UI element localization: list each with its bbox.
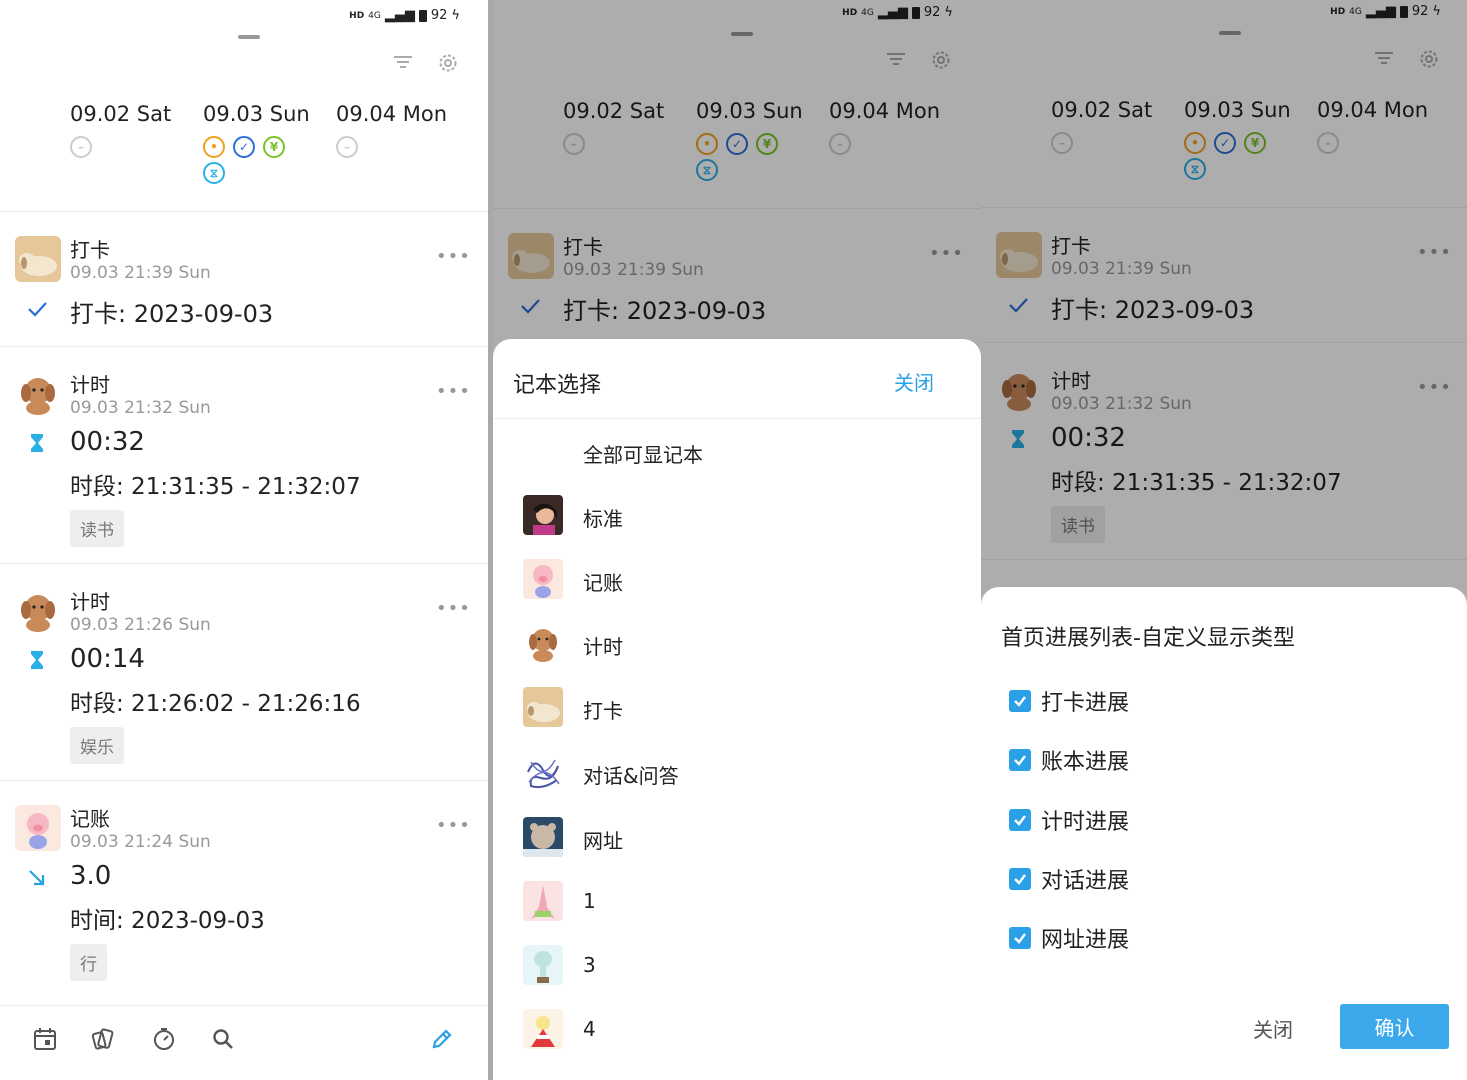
- option-checkin[interactable]: 打卡进展: [1009, 686, 1129, 716]
- more-icon[interactable]: •••: [436, 381, 471, 402]
- option-timer[interactable]: 计时进展: [1009, 805, 1129, 835]
- tag-badge[interactable]: 行: [70, 944, 107, 981]
- checkbox-checked-icon[interactable]: [1009, 927, 1031, 949]
- timer-icon[interactable]: [151, 1026, 177, 1052]
- sheet-title: 首页进展列表-自定义显示类型: [1001, 626, 1295, 651]
- hourglass-icon: [31, 651, 43, 669]
- notebook-item[interactable]: 对话&问答: [493, 748, 981, 798]
- battery-icon: [418, 9, 427, 22]
- list-item[interactable]: 记账 09.03 21:24 Sun ••• 3.0 时间: 2023-09-0…: [0, 781, 488, 997]
- empty-day-icon: –: [336, 136, 358, 158]
- display-types-sheet: 首页进展列表-自定义显示类型 打卡进展 账本进展 计时进展 对话进展 网址进展: [981, 587, 1467, 1080]
- filter-icon[interactable]: [393, 54, 413, 70]
- screen-notebook-select: HD 4G ▂▄▆ 92 ϟ 09.02 Sat – 09.03 Sun • ✓…: [493, 0, 981, 1080]
- notebook-select-sheet: 记本选择 关闭 全部可显记本 标准 记账 计时 打卡 对话&问答 网址 1 3 …: [493, 339, 981, 1080]
- arrow-down-right-icon: [29, 870, 45, 886]
- avatar-crab-icon: [523, 1009, 563, 1049]
- option-url[interactable]: 网址进展: [1009, 923, 1129, 953]
- calendar-icon[interactable]: [32, 1026, 58, 1052]
- avatar-dog-icon: [15, 236, 61, 282]
- notebook-item[interactable]: 记账: [493, 555, 981, 605]
- check-circle-icon: ✓: [233, 136, 255, 158]
- avatar-pig-icon: [523, 559, 563, 599]
- close-button[interactable]: 关闭: [1253, 1014, 1293, 1043]
- check-icon: [28, 302, 47, 317]
- notebook-item[interactable]: 打卡: [493, 683, 981, 733]
- empty-day-icon: –: [70, 136, 92, 158]
- date-strip: 09.02 Sat – 09.03 Sun • ✓ ¥ ⧖ 09.04 Mon …: [70, 102, 469, 184]
- avatar-puppy-icon: [15, 588, 61, 634]
- close-button[interactable]: 关闭: [894, 367, 934, 396]
- signal-icon: ▂▄▆: [384, 8, 415, 23]
- checkbox-checked-icon[interactable]: [1009, 749, 1031, 771]
- pencil-icon[interactable]: [429, 1026, 455, 1052]
- notebook-item[interactable]: 1: [493, 877, 981, 927]
- hourglass-circle-icon: ⧖: [203, 162, 225, 184]
- notebook-item[interactable]: 标准: [493, 491, 981, 541]
- status-bar: HD 4G ▂▄▆ 92 ϟ: [349, 8, 460, 23]
- more-icon[interactable]: •••: [436, 246, 471, 267]
- checkbox-checked-icon[interactable]: [1009, 690, 1031, 712]
- avatar-scribble-icon: [523, 752, 563, 792]
- charging-icon: ϟ: [451, 8, 460, 23]
- list-item[interactable]: 计时 09.03 21:26 Sun ••• 00:14 时段: 21:26:0…: [0, 564, 488, 780]
- checkbox-checked-icon[interactable]: [1009, 809, 1031, 831]
- avatar-bear-icon: [523, 817, 563, 857]
- notebook-item[interactable]: 3: [493, 941, 981, 991]
- avatar-photo-icon: [523, 495, 563, 535]
- option-dialogue[interactable]: 对话进展: [1009, 864, 1129, 894]
- confirm-button[interactable]: 确认: [1340, 1004, 1449, 1049]
- sheet-title: 记本选择: [513, 373, 602, 398]
- notebook-item[interactable]: 4: [493, 1005, 981, 1055]
- screen-display-types: HD 4G ▂▄▆ 92 ϟ 09.02 Sat – 09.03 Sun • ✓…: [981, 0, 1467, 1080]
- avatar-puppy-icon: [523, 623, 563, 663]
- dot-icon: •: [203, 136, 225, 158]
- divider: [493, 418, 981, 419]
- more-icon[interactable]: •••: [436, 815, 471, 836]
- notebook-item[interactable]: 计时: [493, 619, 981, 669]
- tag-badge[interactable]: 娱乐: [70, 727, 124, 764]
- date-column[interactable]: 09.03 Sun • ✓ ¥ ⧖: [203, 102, 336, 184]
- drag-handle: [238, 35, 260, 39]
- avatar-starfish-icon: [523, 881, 563, 921]
- yen-icon: ¥: [263, 136, 285, 158]
- checkbox-checked-icon[interactable]: [1009, 868, 1031, 890]
- date-column[interactable]: 09.02 Sat –: [70, 102, 203, 184]
- date-column[interactable]: 09.04 Mon –: [336, 102, 469, 184]
- more-icon[interactable]: •••: [436, 598, 471, 619]
- tag-badge[interactable]: 读书: [70, 510, 124, 547]
- list-item[interactable]: 计时 09.03 21:32 Sun ••• 00:32 时段: 21:31:3…: [0, 347, 488, 563]
- notebook-item[interactable]: 网址: [493, 813, 981, 863]
- option-ledger[interactable]: 账本进展: [1009, 745, 1129, 775]
- avatar-dog-icon: [523, 687, 563, 727]
- list-item[interactable]: 打卡 09.03 21:39 Sun ••• 打卡: 2023-09-03: [0, 212, 488, 346]
- notebook-item-all[interactable]: 全部可显记本: [493, 427, 981, 477]
- avatar-puppy-icon: [15, 371, 61, 417]
- hourglass-icon: [31, 434, 43, 452]
- avatar-squid-icon: [523, 945, 563, 985]
- avatar-pig-icon: [15, 805, 61, 851]
- cards-icon[interactable]: [90, 1026, 116, 1052]
- search-icon[interactable]: [210, 1026, 236, 1052]
- screen-main: HD 4G ▂▄▆ 92 ϟ 09.02 Sat – 09.03 Sun • ✓…: [0, 0, 488, 1080]
- gear-icon[interactable]: [437, 52, 459, 74]
- bottom-toolbar: [0, 1005, 488, 1080]
